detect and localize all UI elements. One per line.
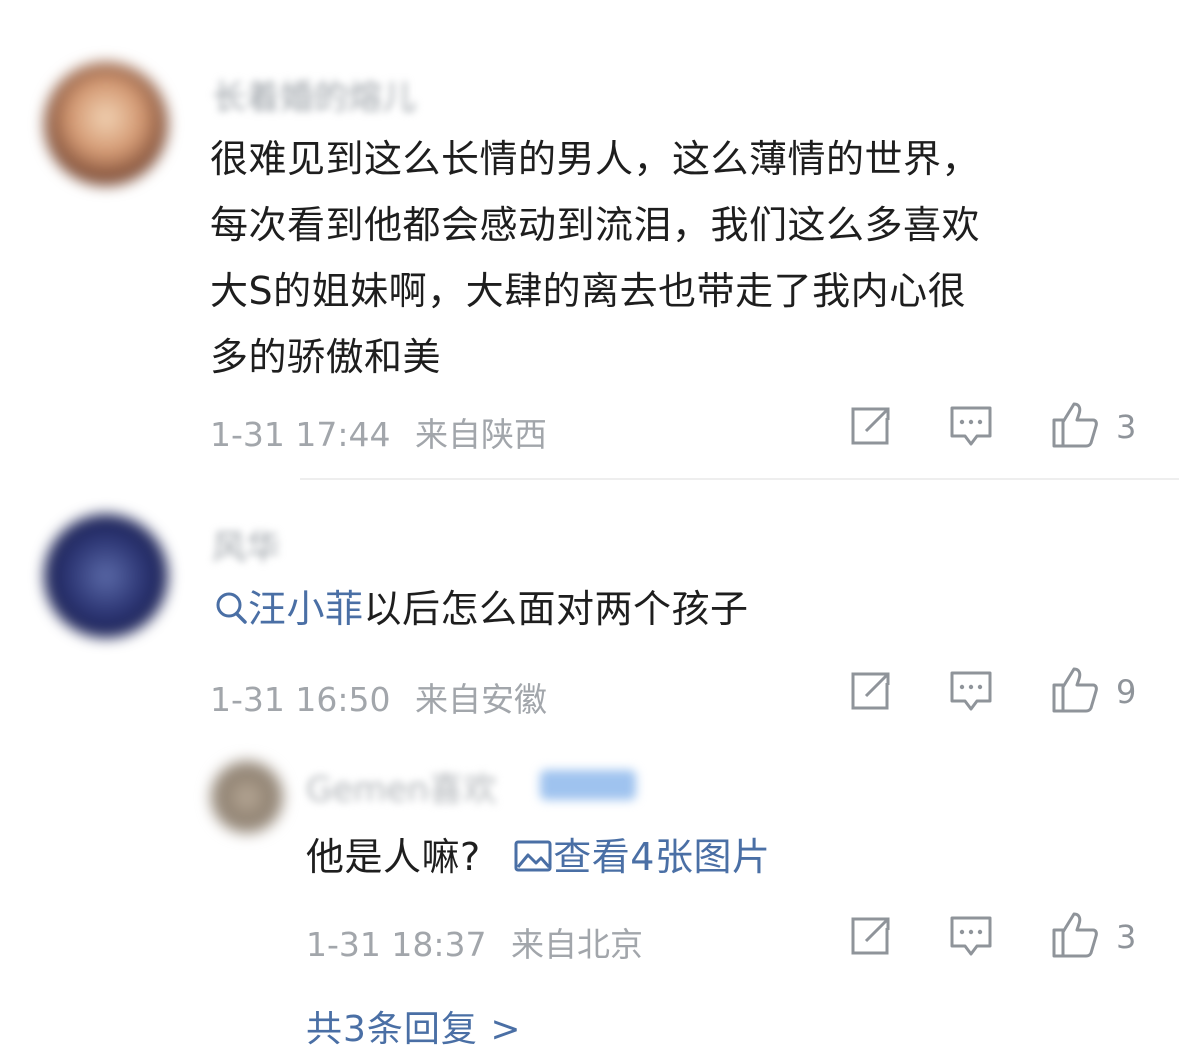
timestamp: 1-31 16:50 xyxy=(210,680,391,719)
comment-text-line: 多的骄傲和美 xyxy=(210,335,442,379)
location: 来自安徽 xyxy=(415,680,547,719)
vip-badge xyxy=(540,770,636,800)
like-count: 3 xyxy=(1116,408,1137,446)
comment-icon[interactable] xyxy=(948,669,994,713)
comment-text: 很难见到这么长情的男人，这么薄情的世界， 每次看到他都会感动到流泪，我们这么多喜… xyxy=(210,126,980,390)
comment-meta: 1-31 16:50 来自安徽 xyxy=(210,673,547,721)
username[interactable]: 风华 xyxy=(212,520,280,569)
reply-text: 他是人嘛? 查看4张图片 xyxy=(306,824,770,890)
repost-icon[interactable] xyxy=(848,914,892,958)
repost-icon[interactable] xyxy=(848,404,892,448)
comment-thread: 长着婚的熔儿 很难见到这么长情的男人，这么薄情的世界， 每次看到他都会感动到流泪… xyxy=(0,0,1179,1050)
comment-meta: 1-31 17:44 来自陕西 xyxy=(210,408,547,456)
comment-icon[interactable] xyxy=(948,914,994,958)
like-count: 3 xyxy=(1116,918,1137,956)
search-icon xyxy=(216,592,247,624)
image-icon xyxy=(514,840,552,872)
comment-text: 汪小菲以后怎么面对两个孩子 xyxy=(214,576,749,642)
location: 来自陕西 xyxy=(415,415,547,454)
action-bar: 9 xyxy=(846,667,1146,719)
view-images-link[interactable]: 查看4张图片 xyxy=(553,835,770,879)
like-icon[interactable] xyxy=(1050,400,1100,450)
comment-text-body: 以后怎么面对两个孩子 xyxy=(363,587,749,631)
username[interactable]: 长着婚的熔儿 xyxy=(212,70,416,119)
avatar[interactable] xyxy=(210,760,284,834)
like-icon[interactable] xyxy=(1050,665,1100,715)
repost-icon[interactable] xyxy=(848,669,892,713)
action-bar: 3 xyxy=(846,402,1146,454)
reply-text-body: 他是人嘛? xyxy=(306,835,481,879)
comment-text-line: 每次看到他都会感动到流泪，我们这么多喜欢 xyxy=(210,203,981,247)
avatar[interactable] xyxy=(44,62,168,186)
timestamp: 1-31 18:37 xyxy=(306,925,487,964)
like-icon[interactable] xyxy=(1050,910,1100,960)
comment-text-line: 很难见到这么长情的男人，这么薄情的世界， xyxy=(210,137,981,181)
action-bar: 3 xyxy=(846,912,1146,964)
avatar[interactable] xyxy=(44,514,168,638)
like-count: 9 xyxy=(1116,673,1137,711)
view-all-replies-link[interactable]: 共3条回复 > xyxy=(306,1000,522,1050)
divider xyxy=(300,478,1179,480)
comment-text-line: 大S的姐妹啊，大肆的离去也带走了我内心很 xyxy=(210,269,967,313)
reply-meta: 1-31 18:37 来自北京 xyxy=(306,918,643,966)
location: 来自北京 xyxy=(511,925,643,964)
username[interactable]: Gemen喜欢 xyxy=(306,762,497,811)
topic-link[interactable]: 汪小菲 xyxy=(248,587,364,631)
comment-icon[interactable] xyxy=(948,404,994,448)
timestamp: 1-31 17:44 xyxy=(210,415,391,454)
